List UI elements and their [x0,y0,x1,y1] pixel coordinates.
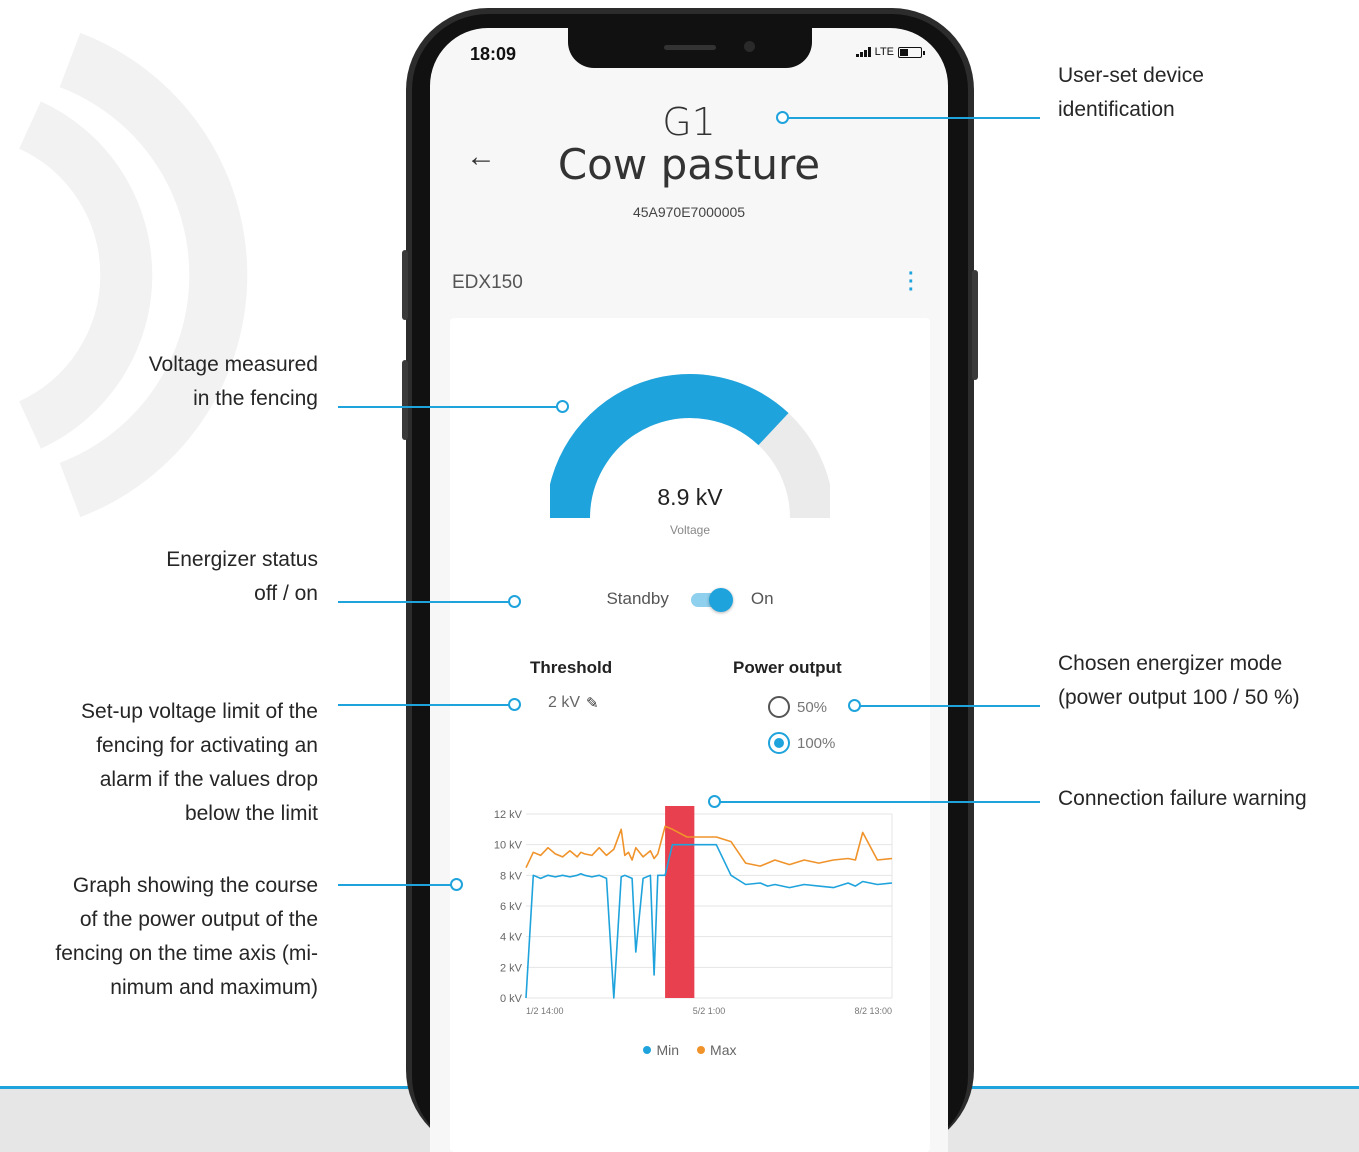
annotation-device-id: User-set device identification [1058,64,1204,121]
device-model: EDX150 [452,272,523,293]
radio-100[interactable] [768,732,790,754]
legend-min-label: Min [656,1042,680,1058]
signal-icon [855,47,871,57]
more-vertical-icon[interactable]: · · · [908,264,915,300]
connection-failure-bar [665,806,695,998]
device-serial: 45A970E7000005 [632,204,746,220]
phone-side-button [402,360,408,440]
y-tick-label: 2 kV [500,962,523,974]
leader-failure [718,801,1040,803]
legend-min-swatch [643,1046,652,1054]
threshold-title: Threshold [530,658,613,677]
radio-50[interactable] [768,696,790,718]
battery-icon [898,46,925,58]
app-screen: 18:09 LTE ← G1 Cow pasture 45A970E700000… [430,28,948,1152]
legend-max-label: Max [710,1042,737,1058]
phone-side-button [402,250,408,320]
leader-dot-graph [450,878,463,891]
legend-max[interactable]: Max [697,1042,737,1058]
signal-waves-decoration [18,32,248,518]
voltage-history-chart: 12 kV 10 kV 8 kV 6 kV 4 kV 2 kV 0 kV1/2 14:00 5… [494,806,893,1016]
annotation-graph: Graph showing the course of the power out… [55,874,318,999]
pencil-icon[interactable]: ✎ [586,694,599,712]
y-tick-label: 0 kV [500,993,523,1005]
power-option-50[interactable]: 50% [768,696,827,718]
status-time: 18:09 [470,44,517,64]
series-line-min [525,843,893,999]
y-tick-label: 12 kV [494,809,523,821]
standby-label: Standby [606,589,669,608]
y-tick-label: 4 kV [500,932,523,944]
power-option-50-label: 50% [797,698,828,716]
threshold-value: 2 kV [548,694,581,711]
voltage-label: Voltage [669,523,711,537]
leader-device-id [784,117,1040,119]
energizer-toggle-row: Standby On [450,588,930,612]
annotation-failure: Connection failure warning [1058,787,1307,810]
annotation-mode: Chosen energizer mode (power output 100 /… [1058,652,1300,709]
annotation-status: Energizer status off / on [166,548,318,605]
x-tick-label: 1/2 14:00 [526,1006,564,1016]
power-output-title: Power output [733,658,842,677]
leader-dot-threshold [508,698,521,711]
legend-max-swatch [697,1046,706,1054]
phone-side-button [972,270,978,380]
status-indicators: LTE [855,46,925,58]
leader-graph [338,884,454,886]
threshold-value-button[interactable]: 2 kV ✎ [548,694,599,712]
y-tick-label: 10 kV [494,840,523,852]
voltage-value: 8.9 kV [657,484,723,510]
leader-dot-mode [848,699,861,712]
series-line-max [525,825,893,869]
power-option-100-label: 100% [797,734,836,752]
device-card: 8.9 kV Voltage Standby On Threshold 2 kV… [450,318,930,1152]
leader-status [338,601,510,603]
leader-threshold [338,704,510,706]
x-tick-label: 8/2 13:00 [854,1006,892,1016]
leader-dot-voltage [556,400,569,413]
on-label: On [750,589,774,608]
power-option-100[interactable]: 100% [768,732,835,754]
leader-dot-failure [708,795,721,808]
device-id: G1 [662,100,716,144]
y-tick-label: 8 kV [500,870,523,882]
x-tick-label: 5/2 1:00 [693,1006,726,1016]
annotation-threshold: Set-up voltage limit of the fencing for a… [81,700,318,825]
legend-min[interactable]: Min [643,1042,679,1058]
chart-legend: Min Max [450,1042,930,1058]
y-tick-label: 6 kV [500,901,523,913]
device-name: Cow pasture [557,140,821,189]
switch-knob [708,588,733,612]
annotation-voltage: Voltage measured in the fencing [148,353,318,410]
energizer-switch[interactable] [689,588,733,612]
speaker-grille [664,45,716,50]
front-camera [744,41,755,52]
network-label: LTE [874,46,894,58]
leader-mode [856,705,1040,707]
leader-voltage [338,406,558,408]
leader-dot-device-id [776,111,789,124]
voltage-gauge [550,374,830,519]
leader-dot-status [508,595,521,608]
phone-notch [568,28,812,68]
